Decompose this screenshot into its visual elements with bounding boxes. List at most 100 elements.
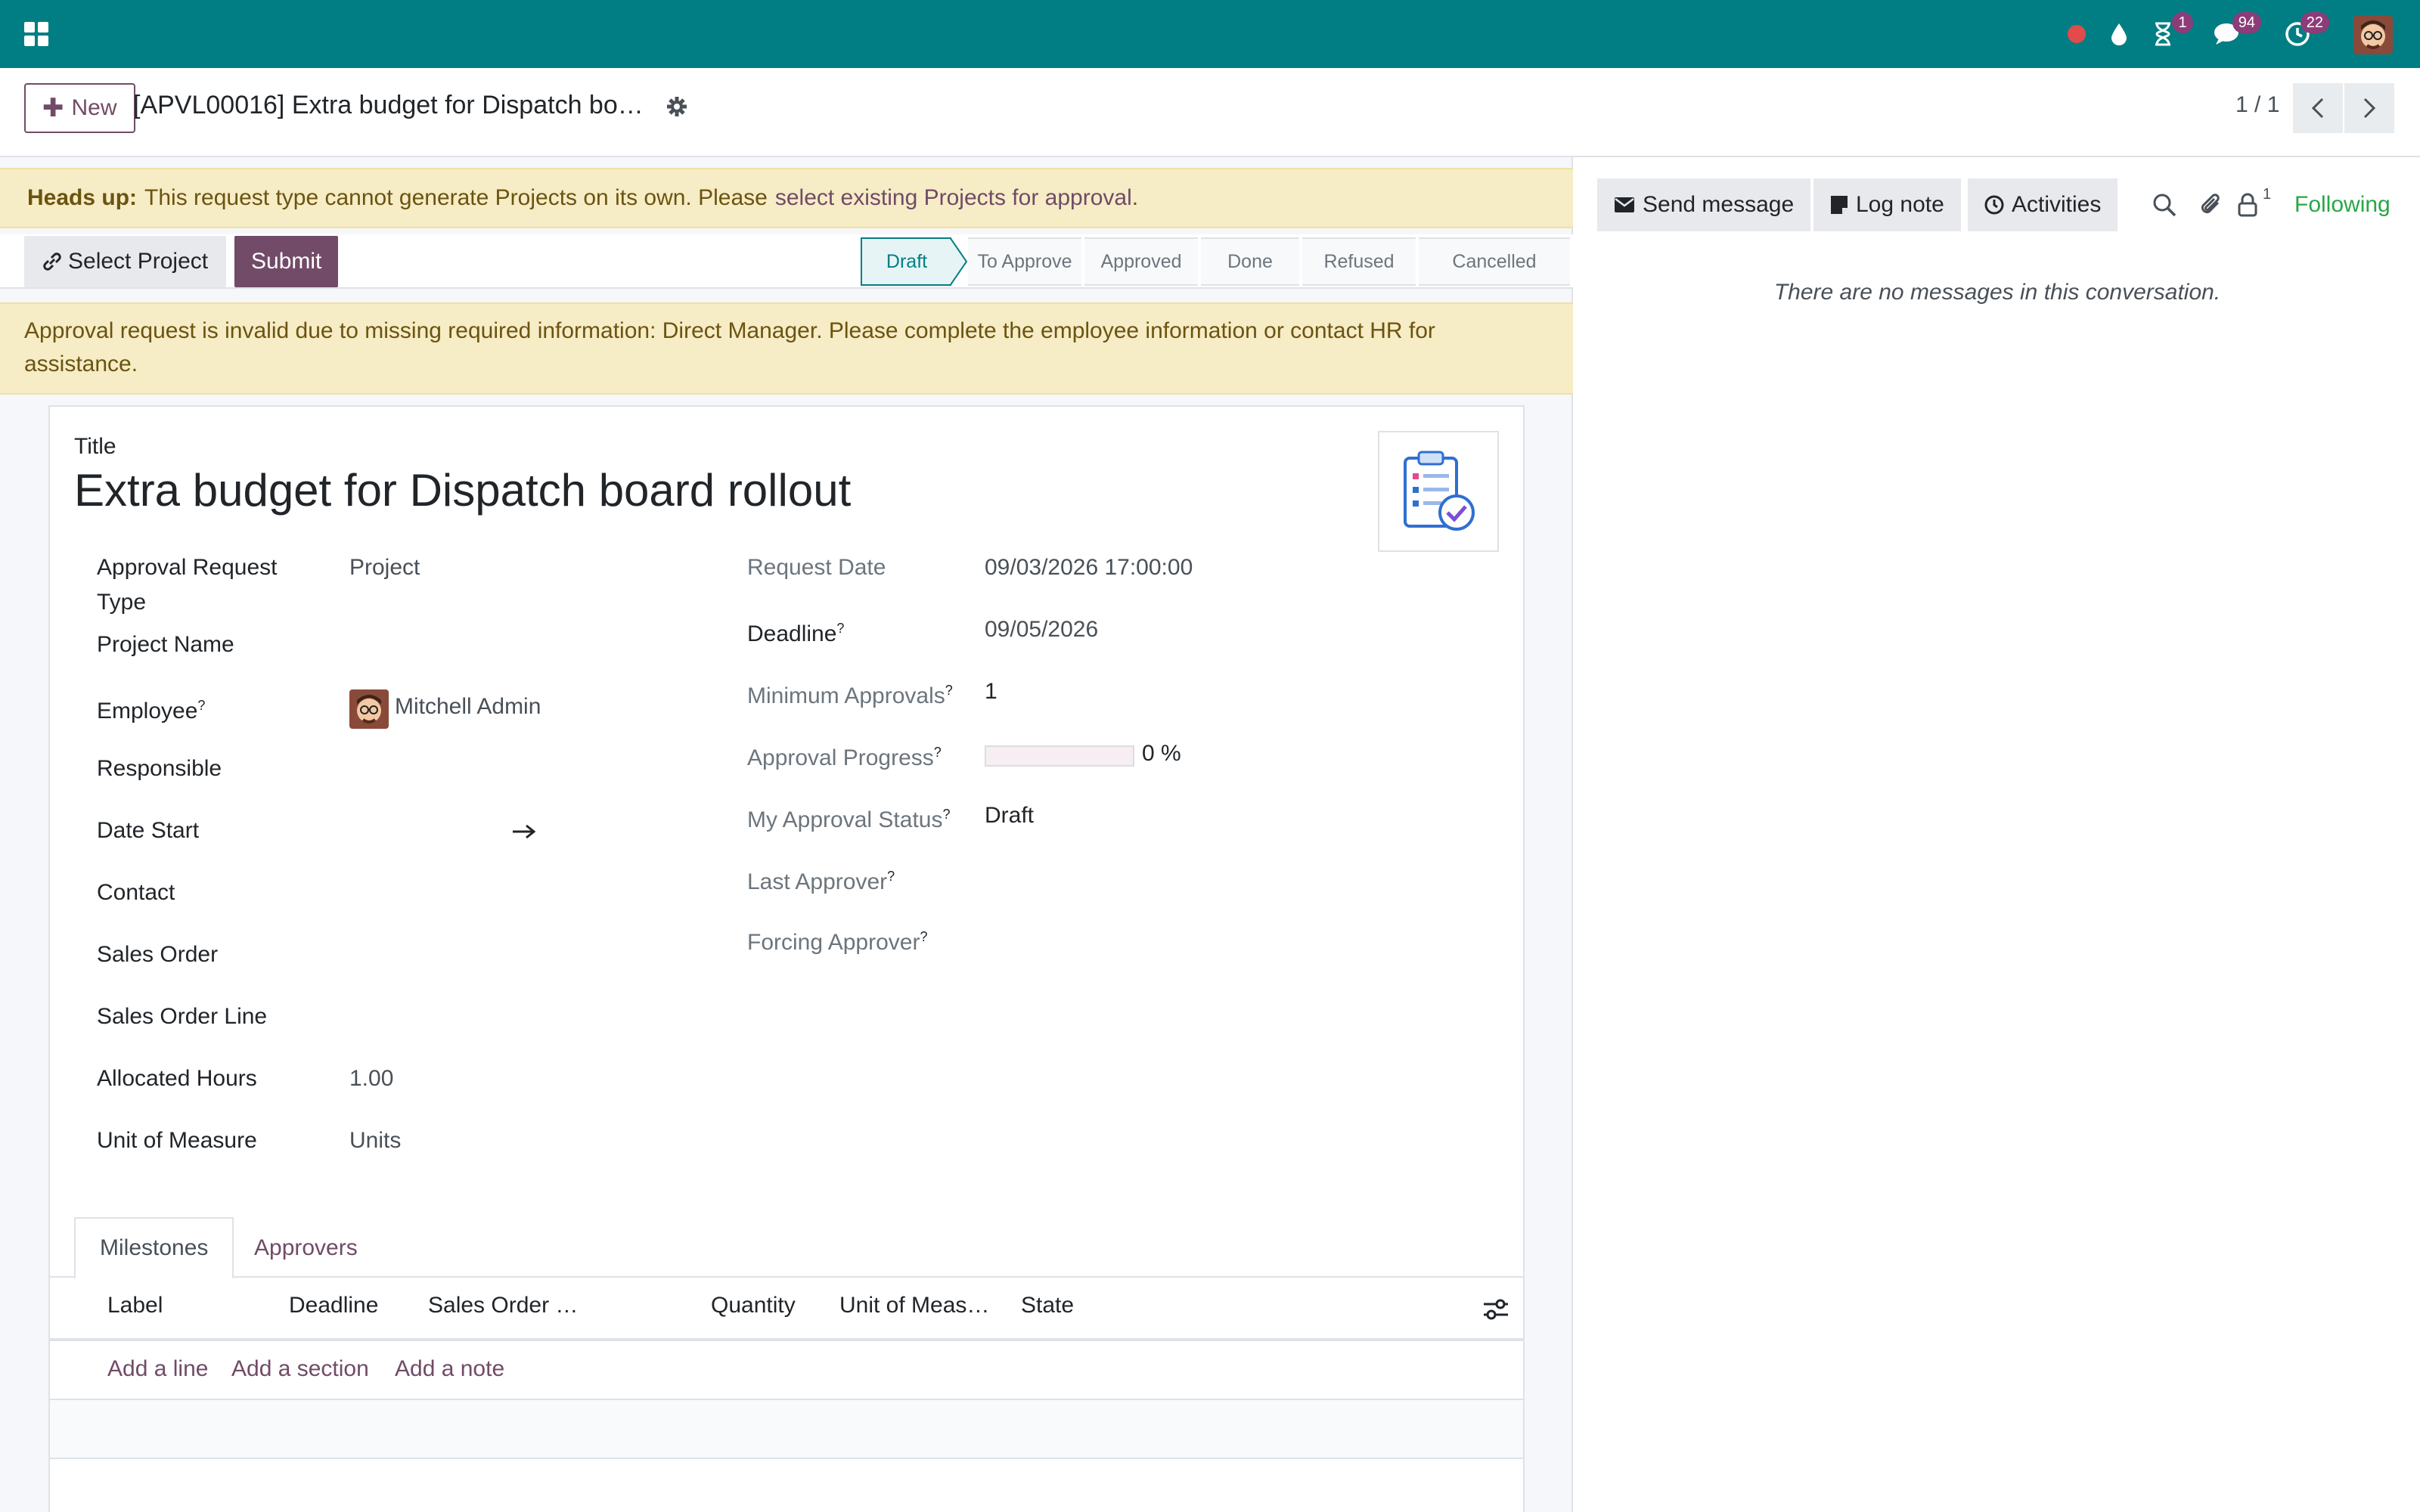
followers-count: 1 xyxy=(2263,186,2272,203)
column-state[interactable]: State xyxy=(1021,1293,1074,1318)
new-button[interactable]: ✚ New xyxy=(24,83,135,133)
following-button[interactable]: Following xyxy=(2294,192,2391,218)
status-bar: Select Project Submit Draft To Approve A… xyxy=(0,234,1573,289)
label-approval-progress: Approval Progress? xyxy=(747,745,942,770)
title-label: Title xyxy=(74,434,116,459)
search-icon[interactable] xyxy=(2148,186,2181,224)
approval-progress-bar xyxy=(985,745,1134,767)
control-panel: ✚ New [APVL00016] Extra budget for Dispa… xyxy=(0,68,2420,157)
recording-dot-icon[interactable] xyxy=(2063,17,2090,51)
request-type-image xyxy=(1378,431,1499,552)
new-button-label: New xyxy=(71,95,117,120)
add-line-link[interactable]: Add a line xyxy=(107,1356,208,1382)
stage-to-approve[interactable]: To Approve xyxy=(968,237,1081,286)
column-sales-order[interactable]: Sales Order … xyxy=(428,1293,578,1318)
apps-menu-icon[interactable] xyxy=(21,17,51,51)
milestones-table-header: Label Deadline Sales Order … Quantity Un… xyxy=(50,1278,1523,1341)
label-forcing-approver: Forcing Approver? xyxy=(747,929,928,955)
heads-up-text: This request type cannot generate Projec… xyxy=(144,185,768,210)
label-last-approver: Last Approver? xyxy=(747,869,895,894)
column-label[interactable]: Label xyxy=(107,1293,163,1318)
optional-columns-sliders-icon[interactable] xyxy=(1482,1297,1509,1321)
log-note-button[interactable]: Log note xyxy=(1813,178,1961,231)
clipboard-check-icon xyxy=(1404,451,1475,531)
label-date-start: Date Start xyxy=(97,818,200,843)
value-employee[interactable]: Mitchell Admin xyxy=(395,689,541,724)
value-request-date[interactable]: 09/03/2026 17:00:00 xyxy=(985,550,1193,585)
add-note-link[interactable]: Add a note xyxy=(395,1356,504,1382)
stage-refused[interactable]: Refused xyxy=(1302,237,1416,286)
title-field[interactable]: Extra budget for Dispatch board rollout xyxy=(74,464,851,516)
select-project-label: Select Project xyxy=(68,249,209,274)
activity-hourglass-icon[interactable]: 1 xyxy=(2149,12,2193,51)
clock-icon xyxy=(1984,195,2004,215)
gear-icon[interactable] xyxy=(666,95,688,118)
tab-milestones[interactable]: Milestones xyxy=(74,1217,234,1279)
heads-up-alert: Heads up: This request type cannot gener… xyxy=(0,168,1573,228)
arrow-right-icon xyxy=(511,823,537,841)
stage-draft[interactable]: Draft xyxy=(861,237,951,286)
activity-badge: 1 xyxy=(2172,12,2193,33)
activities-button[interactable]: Activities xyxy=(1968,178,2118,231)
invalid-request-alert: Approval request is invalid due to missi… xyxy=(0,302,1573,395)
pager-value[interactable]: 1 / 1 xyxy=(2235,92,2279,118)
stage-approved[interactable]: Approved xyxy=(1084,237,1198,286)
log-note-label: Log note xyxy=(1856,192,1944,217)
value-unit-of-measure[interactable]: Units xyxy=(349,1123,401,1158)
value-approval-request-type[interactable]: Project xyxy=(349,550,420,585)
plus-icon: ✚ xyxy=(42,94,64,122)
label-project-name: Project Name xyxy=(97,632,234,657)
label-allocated-hours: Allocated Hours xyxy=(97,1066,257,1091)
column-quantity[interactable]: Quantity xyxy=(711,1293,796,1318)
link-icon xyxy=(43,253,61,271)
label-employee: Employee? xyxy=(97,698,206,723)
label-deadline: Deadline? xyxy=(747,621,845,646)
value-my-approval-status: Draft xyxy=(985,803,1035,828)
heads-up-end: . xyxy=(1131,185,1139,210)
value-minimum-approvals: 1 xyxy=(985,679,997,704)
messages-badge: 94 xyxy=(2232,12,2261,33)
stage-done[interactable]: Done xyxy=(1201,237,1299,286)
value-allocated-hours[interactable]: 1.00 xyxy=(349,1061,393,1096)
pager-next-button[interactable] xyxy=(2344,83,2394,133)
no-messages-text: There are no messages in this conversati… xyxy=(1773,280,2221,305)
stage-arrow xyxy=(949,237,968,287)
sticky-note-icon xyxy=(1831,196,1848,214)
paperclip-icon[interactable] xyxy=(2195,186,2228,224)
label-minimum-approvals: Minimum Approvals? xyxy=(747,683,953,708)
chatter-panel: Send message Log note Activities 1 Follo… xyxy=(1575,157,2420,1512)
label-my-approval-status: My Approval Status? xyxy=(747,807,951,832)
messages-icon[interactable]: 94 xyxy=(2211,12,2261,51)
user-avatar[interactable] xyxy=(2353,15,2393,54)
send-message-button[interactable]: Send message xyxy=(1597,178,1811,231)
select-projects-link[interactable]: select existing Projects for approval xyxy=(775,185,1132,211)
water-drop-icon[interactable] xyxy=(2105,17,2133,51)
label-request-date: Request Date xyxy=(747,555,886,580)
submit-button[interactable]: Submit xyxy=(234,236,339,287)
milestones-empty-row xyxy=(50,1400,1523,1459)
chevron-left-icon xyxy=(2311,98,2324,119)
top-navbar: 1 94 22 xyxy=(0,0,2420,68)
envelope-icon xyxy=(1615,197,1634,212)
tab-approvers[interactable]: Approvers xyxy=(230,1217,382,1279)
submit-label: Submit xyxy=(251,249,322,274)
pager-previous-button[interactable] xyxy=(2293,83,2343,133)
followers-button[interactable]: 1 xyxy=(2237,186,2282,224)
clock-icon[interactable]: 22 xyxy=(2282,12,2329,51)
add-section-link[interactable]: Add a section xyxy=(231,1356,369,1382)
clock-badge: 22 xyxy=(2300,12,2329,33)
value-approval-progress: 0 % xyxy=(1142,741,1181,766)
form-view: Heads up: This request type cannot gener… xyxy=(0,157,1573,1512)
breadcrumb-record-title: [APVL00016] Extra budget for Dispatch bo… xyxy=(133,91,644,119)
stage-cancelled[interactable]: Cancelled xyxy=(1419,237,1570,286)
send-message-label: Send message xyxy=(1643,192,1795,217)
heads-up-strong: Heads up: xyxy=(27,185,138,210)
value-deadline[interactable]: 09/05/2026 xyxy=(985,612,1098,647)
column-deadline[interactable]: Deadline xyxy=(289,1293,378,1318)
label-approval-request-type: Approval Request Type xyxy=(97,555,278,615)
select-project-button[interactable]: Select Project xyxy=(24,236,227,287)
label-responsible: Responsible xyxy=(97,756,222,781)
column-unit-of-measure[interactable]: Unit of Meas… xyxy=(839,1293,989,1318)
form-sheet: Title Extra budget for Dispatch board ro… xyxy=(48,405,1525,1512)
notebook-tabs: Milestones Approvers xyxy=(50,1217,1523,1279)
